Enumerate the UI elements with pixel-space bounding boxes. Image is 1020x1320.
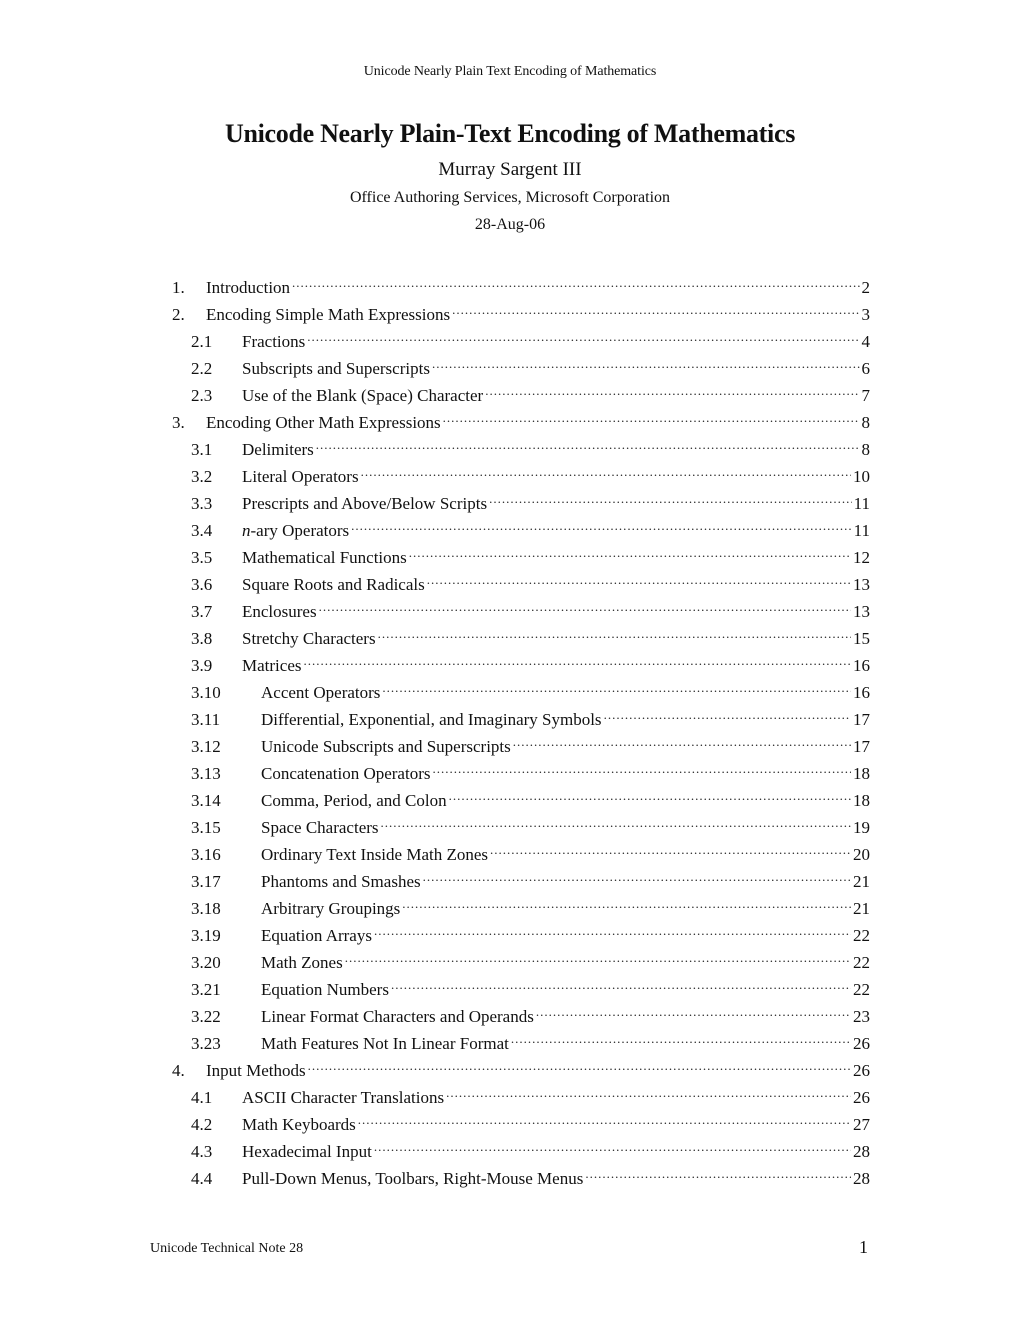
toc-dot-leader (443, 401, 860, 428)
toc-dot-leader (351, 509, 851, 536)
toc-entry[interactable]: 2.Encoding Simple Math Expressions3 (172, 293, 870, 324)
toc-dot-leader (485, 374, 859, 401)
toc-dot-leader (391, 968, 851, 995)
affiliation: Office Authoring Services, Microsoft Cor… (349, 189, 671, 206)
toc-entry[interactable]: 3.10Accent Operators16 (172, 671, 870, 702)
toc-entry[interactable]: 3.23Math Features Not In Linear Format26 (172, 1022, 870, 1053)
toc-dot-leader (427, 563, 851, 590)
toc-entry[interactable]: 3.11 Differential, Exponential, and Imagi… (172, 698, 870, 729)
toc-entry-label: Pull-Down Menus, Toolbars, Right-Mouse M… (242, 1169, 584, 1188)
toc-entry[interactable]: 3.21Equation Numbers22 (172, 968, 870, 999)
toc-entry[interactable]: 3.17Phantoms and Smashes21 (172, 860, 870, 891)
toc-dot-leader (446, 1076, 851, 1103)
toc-dot-leader (307, 320, 859, 347)
toc-dot-leader (432, 752, 851, 779)
toc-dot-leader (345, 941, 851, 968)
footer-note: Unicode Technical Note 28 (150, 1241, 304, 1256)
toc-entry[interactable]: 3.8Stretchy Characters15 (172, 617, 870, 648)
toc-dot-leader (452, 293, 859, 320)
toc-dot-leader (490, 833, 851, 860)
toc-entry[interactable]: 3.22 Linear Format Characters and Operand… (172, 995, 870, 1026)
date: 28-Aug-06 (474, 216, 546, 233)
toc-dot-leader (382, 671, 851, 698)
toc-entry[interactable]: 3.19Equation Arrays22 (172, 914, 870, 945)
toc-entry[interactable]: 3.1Delimiters8 (172, 428, 870, 459)
document-title: Unicode Nearly Plain-Text Encoding of Ma… (224, 119, 796, 148)
toc-entry[interactable]: 4.Input Methods26 (172, 1049, 870, 1080)
toc-entry[interactable]: 3.14Comma, Period, and Colon18 (172, 779, 870, 810)
toc-entry-page: 28 (853, 1169, 870, 1188)
toc-entry-number: 4.4 (191, 1169, 213, 1188)
toc-entry[interactable]: 3.3Prescripts and Above/Below Scripts11 (172, 482, 870, 513)
toc-dot-leader (358, 1103, 851, 1130)
toc-dot-leader (423, 860, 851, 887)
toc-entry[interactable]: 4.3Hexadecimal Input28 (172, 1130, 870, 1161)
toc-dot-leader (303, 644, 851, 671)
toc-dot-leader (536, 995, 851, 1022)
toc-entry[interactable]: 3.16Ordinary Text Inside Math Zones20 (172, 833, 870, 864)
toc-dot-leader (316, 428, 860, 455)
toc-entry[interactable]: 4.4 Pull-Down Menus, Toolbars, Right-Mous… (172, 1157, 870, 1188)
toc-dot-leader (381, 806, 851, 833)
toc-dot-leader (409, 536, 851, 563)
page-number: 1 (859, 1237, 868, 1257)
author: Murray Sargent III (438, 159, 582, 180)
toc-entry[interactable]: 3.9Matrices16 (172, 644, 870, 675)
toc-dot-leader (292, 266, 859, 293)
toc-entry[interactable]: 3.4n-ary Operators11 (172, 509, 870, 540)
toc-entry[interactable]: 3.18Arbitrary Groupings21 (172, 887, 870, 918)
running-header: Unicode Nearly Plain Text Encoding of Ma… (363, 64, 657, 79)
toc-dot-leader (308, 1049, 851, 1076)
table-of-contents: 1.Introduction22.Encoding Simple Math Ex… (172, 266, 870, 1188)
toc-entry[interactable]: 4.2Math Keyboards27 (172, 1103, 870, 1134)
toc-dot-leader (374, 914, 851, 941)
toc-entry[interactable]: 3.Encoding Other Math Expressions8 (172, 401, 870, 432)
toc-dot-leader (489, 482, 852, 509)
toc-dot-leader (604, 698, 851, 725)
toc-entry[interactable]: 2.3Use of the Blank (Space) Character7 (172, 374, 870, 405)
toc-dot-leader (432, 347, 860, 374)
toc-entry[interactable]: 2.2Subscripts and Superscripts6 (172, 347, 870, 378)
toc-dot-leader (361, 455, 851, 482)
toc-dot-leader (378, 617, 851, 644)
toc-entry[interactable]: 3.20Math Zones22 (172, 941, 870, 972)
toc-entry[interactable]: 2.1Fractions4 (172, 320, 870, 351)
toc-entry[interactable]: 3.7Enclosures13 (172, 590, 870, 621)
toc-entry[interactable]: 3.12Unicode Subscripts and Superscripts1… (172, 725, 870, 756)
toc-dot-leader (511, 1022, 851, 1049)
toc-dot-leader (449, 779, 851, 806)
toc-dot-leader (319, 590, 851, 617)
toc-dot-leader (585, 1157, 851, 1184)
toc-dot-leader (402, 887, 851, 914)
toc-entry[interactable]: 3.13Concatenation Operators18 (172, 752, 870, 783)
toc-entry[interactable]: 1.Introduction2 (172, 266, 870, 297)
toc-dot-leader (513, 725, 851, 752)
toc-dot-leader (374, 1130, 851, 1157)
toc-entry[interactable]: 3.15Space Characters19 (172, 806, 870, 837)
toc-entry[interactable]: 4.1ASCII Character Translations26 (172, 1076, 870, 1107)
toc-entry[interactable]: 3.6Square Roots and Radicals13 (172, 563, 870, 594)
toc-entry[interactable]: 3.2Literal Operators10 (172, 455, 870, 486)
toc-entry[interactable]: 3.5Mathematical Functions12 (172, 536, 870, 567)
